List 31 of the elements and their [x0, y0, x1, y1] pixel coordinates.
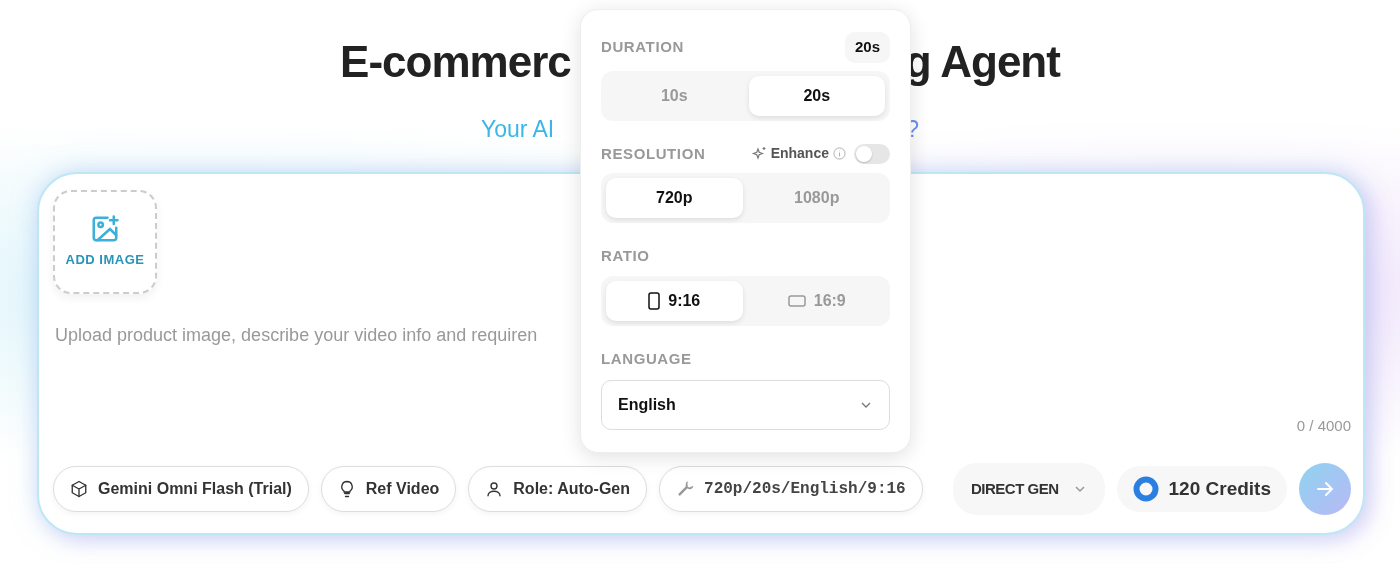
section-label: DURATION — [601, 37, 684, 57]
send-button[interactable] — [1299, 463, 1351, 515]
chip-button[interactable]: Gemini Omni Flash (Trial) — [53, 466, 309, 512]
value-badge: 20s — [844, 32, 890, 63]
section-label: LANGUAGE — [601, 348, 693, 369]
add-image-button[interactable]: ADD IMAGE — [53, 190, 157, 294]
chip-button[interactable]: Role: Auto-Gen — [468, 466, 648, 512]
info-icon — [833, 147, 846, 161]
landscape-icon — [787, 294, 806, 307]
person-icon — [485, 480, 504, 498]
portrait-icon — [648, 291, 661, 310]
enhance-toggle[interactable] — [854, 143, 890, 164]
option-tab[interactable]: 20s — [748, 75, 885, 116]
sparkle-icon — [750, 145, 767, 162]
add-image-icon — [90, 214, 120, 245]
character-counter: 0 / 4000 — [1296, 416, 1351, 436]
option-tab[interactable]: 720p — [606, 178, 743, 218]
credits-label: 120 Credits — [1168, 476, 1271, 501]
chip-button[interactable]: Ref Video — [320, 466, 457, 512]
wrench-icon — [676, 480, 695, 498]
enhance-label: Enhance — [770, 144, 829, 164]
option-tab[interactable]: 9:16 — [606, 280, 743, 321]
language-dropdown[interactable]: English — [601, 380, 890, 430]
chip-button[interactable]: 720p/20s/English/9:16 — [659, 466, 923, 512]
section-label: RATIO — [601, 246, 651, 266]
mode-dropdown[interactable]: DIRECT GEN — [953, 463, 1105, 515]
section-label: RESOLUTION — [601, 143, 706, 164]
page-title: E-commerc — [340, 36, 571, 88]
credits-icon — [1132, 476, 1159, 502]
subtitle: Your AI — [480, 115, 555, 144]
cube-icon — [70, 480, 88, 498]
